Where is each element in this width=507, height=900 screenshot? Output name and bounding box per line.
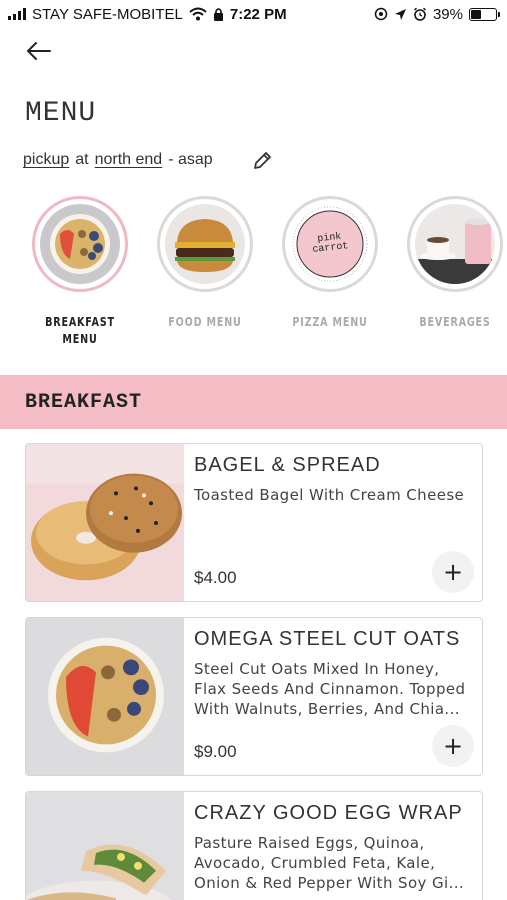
category-beverages[interactable]: BEVERAGES — [400, 196, 507, 331]
page-title: MENU — [25, 98, 97, 129]
add-to-cart-button[interactable]: + — [432, 551, 474, 593]
wifi-icon — [189, 7, 207, 21]
pink-carrot-logo: pink carrot — [290, 204, 370, 284]
category-breakfast[interactable]: BREAKFAST MENU — [25, 196, 135, 348]
item-description: Toasted Bagel With Cream Cheese — [194, 486, 465, 504]
bagel-image — [26, 444, 184, 601]
oats-bowl-image — [26, 618, 184, 775]
battery-icon — [469, 7, 500, 21]
category-label: FOOD MENU — [168, 315, 242, 329]
battery-percent: 39% — [432, 5, 463, 23]
category-pizza[interactable]: pink carrot PIZZA MENU — [275, 196, 385, 331]
item-name: OMEGA STEEL CUT OATS — [194, 628, 461, 650]
location-link[interactable]: north end — [95, 151, 163, 169]
screen-rotation-lock-icon — [374, 7, 388, 21]
category-food[interactable]: FOOD MENU — [150, 196, 260, 331]
menu-item-card[interactable]: CRAZY GOOD EGG WRAP Pasture Raised Eggs,… — [25, 791, 483, 900]
back-arrow-icon[interactable] — [24, 36, 54, 66]
order-mode-link[interactable]: pickup — [23, 151, 69, 169]
section-header: BREAKFAST — [0, 375, 507, 429]
beverages-image — [415, 204, 495, 284]
egg-wrap-image — [26, 792, 184, 900]
item-name: CRAZY GOOD EGG WRAP — [194, 802, 463, 824]
menu-item-card[interactable]: BAGEL & SPREAD Toasted Bagel With Cream … — [25, 443, 483, 602]
location-arrow-icon — [394, 8, 406, 20]
section-title: BREAKFAST — [25, 390, 143, 414]
lock-icon — [213, 8, 223, 21]
item-price: $9.00 — [194, 742, 237, 761]
breakfast-bowl-image — [40, 204, 120, 284]
carrier-name: STAY SAFE-MOBITEL — [32, 5, 183, 23]
clock-time: 7:22 PM — [229, 5, 287, 23]
pencil-icon[interactable] — [251, 150, 273, 172]
item-name: BAGEL & SPREAD — [194, 454, 381, 476]
category-label: PIZZA MENU — [292, 315, 368, 329]
category-row: BREAKFAST MENU FOOD MENU pink carrot PIZ… — [0, 196, 507, 356]
category-label: BEVERAGES — [419, 315, 491, 329]
menu-item-card[interactable]: OMEGA STEEL CUT OATS Steel Cut Oats Mixe… — [25, 617, 483, 776]
item-description: Steel Cut Oats Mixed In Honey, Flax Seed… — [194, 660, 466, 718]
add-to-cart-button[interactable]: + — [432, 725, 474, 767]
item-price: $4.00 — [194, 568, 237, 587]
order-timing: - asap — [168, 151, 213, 168]
category-label: BREAKFAST MENU — [45, 315, 115, 346]
status-bar: STAY SAFE-MOBITEL 7:22 PM 39% — [0, 0, 507, 28]
alarm-icon — [413, 7, 426, 21]
item-description: Pasture Raised Eggs, Quinoa, Avocado, Cr… — [194, 834, 465, 892]
signal-icon — [8, 8, 26, 20]
order-settings: pickup at north end - asap — [23, 151, 213, 169]
burger-image — [165, 204, 245, 284]
order-at-text: at — [75, 151, 89, 168]
